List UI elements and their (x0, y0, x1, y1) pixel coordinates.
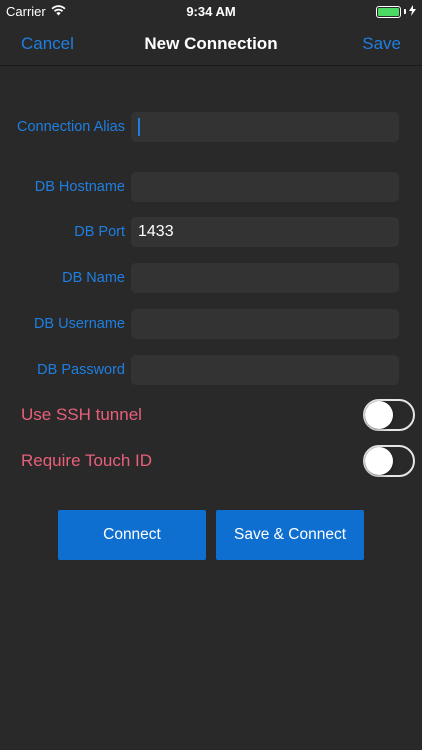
connect-button[interactable]: Connect (58, 510, 206, 560)
connection-alias-input[interactable] (131, 112, 399, 142)
page-title: New Connection (144, 34, 278, 53)
save-and-connect-button[interactable]: Save & Connect (216, 510, 364, 560)
db-username-row: DB Username (0, 309, 422, 339)
status-bar: Carrier 9:34 AM (0, 0, 422, 22)
db-username-input[interactable] (131, 309, 399, 339)
ssh-tunnel-toggle[interactable] (363, 399, 415, 431)
toggle-knob (365, 447, 393, 475)
connection-alias-label: Connection Alias (16, 119, 125, 135)
app-screen: Carrier 9:34 AM Cancel New Connection Sa… (0, 0, 422, 750)
charging-bolt-icon (409, 4, 416, 19)
text-cursor (138, 118, 140, 136)
battery-icon (376, 5, 401, 18)
touch-id-label: Require Touch ID (21, 451, 153, 470)
db-hostname-input[interactable] (131, 172, 399, 202)
toggle-knob (365, 401, 393, 429)
ssh-tunnel-label: Use SSH tunnel (21, 405, 142, 424)
db-hostname-label: DB Hostname (34, 179, 125, 195)
db-name-input[interactable] (131, 263, 399, 293)
db-port-row: DB Port (0, 217, 422, 247)
db-port-input[interactable] (131, 217, 399, 247)
db-hostname-row: DB Hostname (0, 172, 422, 202)
save-button[interactable]: Save (362, 34, 401, 54)
status-time: 9:34 AM (186, 4, 236, 19)
touch-id-row: Require Touch ID (0, 445, 422, 479)
db-password-row: DB Password (0, 355, 422, 385)
db-password-input[interactable] (131, 355, 399, 385)
ssh-tunnel-row: Use SSH tunnel (0, 399, 422, 433)
db-password-label: DB Password (37, 362, 125, 378)
db-name-row: DB Name (0, 263, 422, 293)
db-port-label: DB Port (74, 224, 125, 240)
db-name-label: DB Name (62, 270, 125, 286)
battery-cap (404, 9, 406, 14)
battery-level (378, 7, 399, 16)
db-username-label: DB Username (33, 316, 125, 332)
navigation-bar: Cancel New Connection Save (0, 22, 422, 66)
connection-alias-row: Connection Alias (0, 112, 422, 142)
status-right (376, 4, 416, 19)
touch-id-toggle[interactable] (363, 445, 415, 477)
